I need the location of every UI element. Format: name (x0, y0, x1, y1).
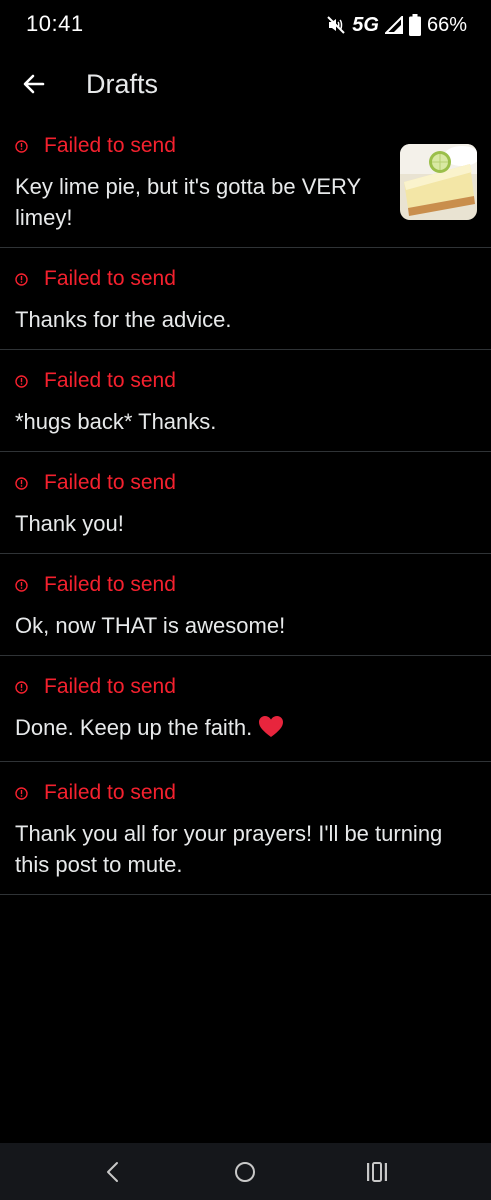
draft-status: Failed to send (15, 452, 476, 498)
recents-nav-icon (364, 1159, 390, 1185)
draft-status-label: Failed to send (44, 134, 176, 157)
nav-back-button[interactable] (100, 1159, 126, 1185)
draft-status: Failed to send (15, 762, 476, 808)
draft-text: Done. Keep up the faith. (15, 702, 476, 761)
battery-icon (408, 14, 421, 36)
status-bar: 10:41 5G 66% (0, 0, 491, 50)
draft-item[interactable]: Failed to send *hugs back* Thanks. (0, 350, 491, 452)
draft-status-label: Failed to send (44, 471, 176, 494)
draft-item[interactable]: Failed to send Thank you all for your pr… (0, 762, 491, 895)
back-nav-icon (100, 1159, 126, 1185)
alert-circle-icon (15, 786, 28, 800)
back-button[interactable] (18, 67, 52, 101)
system-nav-bar (0, 1143, 491, 1200)
draft-text: Thank you all for your prayers! I'll be … (15, 821, 449, 877)
draft-status: Failed to send (15, 656, 476, 702)
page-title: Drafts (86, 69, 159, 99)
nav-recents-button[interactable] (364, 1159, 390, 1185)
draft-item[interactable]: Failed to send Thank you! (0, 452, 491, 554)
app-header: Drafts (0, 55, 491, 115)
draft-status-label: Failed to send (44, 573, 176, 596)
alert-circle-icon (15, 374, 28, 388)
draft-status: Failed to send (15, 554, 476, 600)
draft-text: Ok, now THAT is awesome! (15, 613, 286, 638)
draft-text: Thanks for the advice. (15, 307, 232, 332)
draft-item[interactable]: Failed to send Ok, now THAT is awesome! (0, 554, 491, 656)
draft-item[interactable]: Failed to send Key lime pie, but it's go… (0, 115, 491, 248)
draft-text-content: Done. Keep up the faith. (15, 715, 253, 740)
key-lime-pie-image[interactable] (400, 144, 477, 220)
mute-icon (326, 15, 346, 35)
draft-text: *hugs back* Thanks. (15, 409, 217, 434)
status-time: 10:41 (26, 11, 84, 36)
drafts-list: Failed to send Key lime pie, but it's go… (0, 115, 491, 895)
draft-status: Failed to send (15, 350, 476, 396)
draft-status-label: Failed to send (44, 781, 176, 804)
draft-status-label: Failed to send (44, 675, 176, 698)
draft-text: Thank you! (15, 511, 124, 536)
signal-icon (384, 16, 403, 34)
alert-circle-icon (15, 139, 28, 153)
alert-circle-icon (15, 272, 28, 286)
draft-status-label: Failed to send (44, 369, 176, 392)
draft-status: Failed to send (15, 248, 476, 294)
arrow-left-icon (18, 67, 52, 101)
alert-circle-icon (15, 680, 28, 694)
alert-circle-icon (15, 476, 28, 490)
draft-item[interactable]: Failed to send Done. Keep up the faith. (0, 656, 491, 762)
draft-item[interactable]: Failed to send Thanks for the advice. (0, 248, 491, 350)
home-nav-icon (232, 1159, 258, 1185)
heart-icon (258, 715, 284, 747)
alert-circle-icon (15, 578, 28, 592)
network-type: 5G (352, 13, 379, 36)
battery-percent: 66% (426, 13, 467, 36)
draft-status-label: Failed to send (44, 267, 176, 290)
status-indicators: 5G 66% (326, 12, 467, 38)
nav-home-button[interactable] (232, 1159, 258, 1185)
